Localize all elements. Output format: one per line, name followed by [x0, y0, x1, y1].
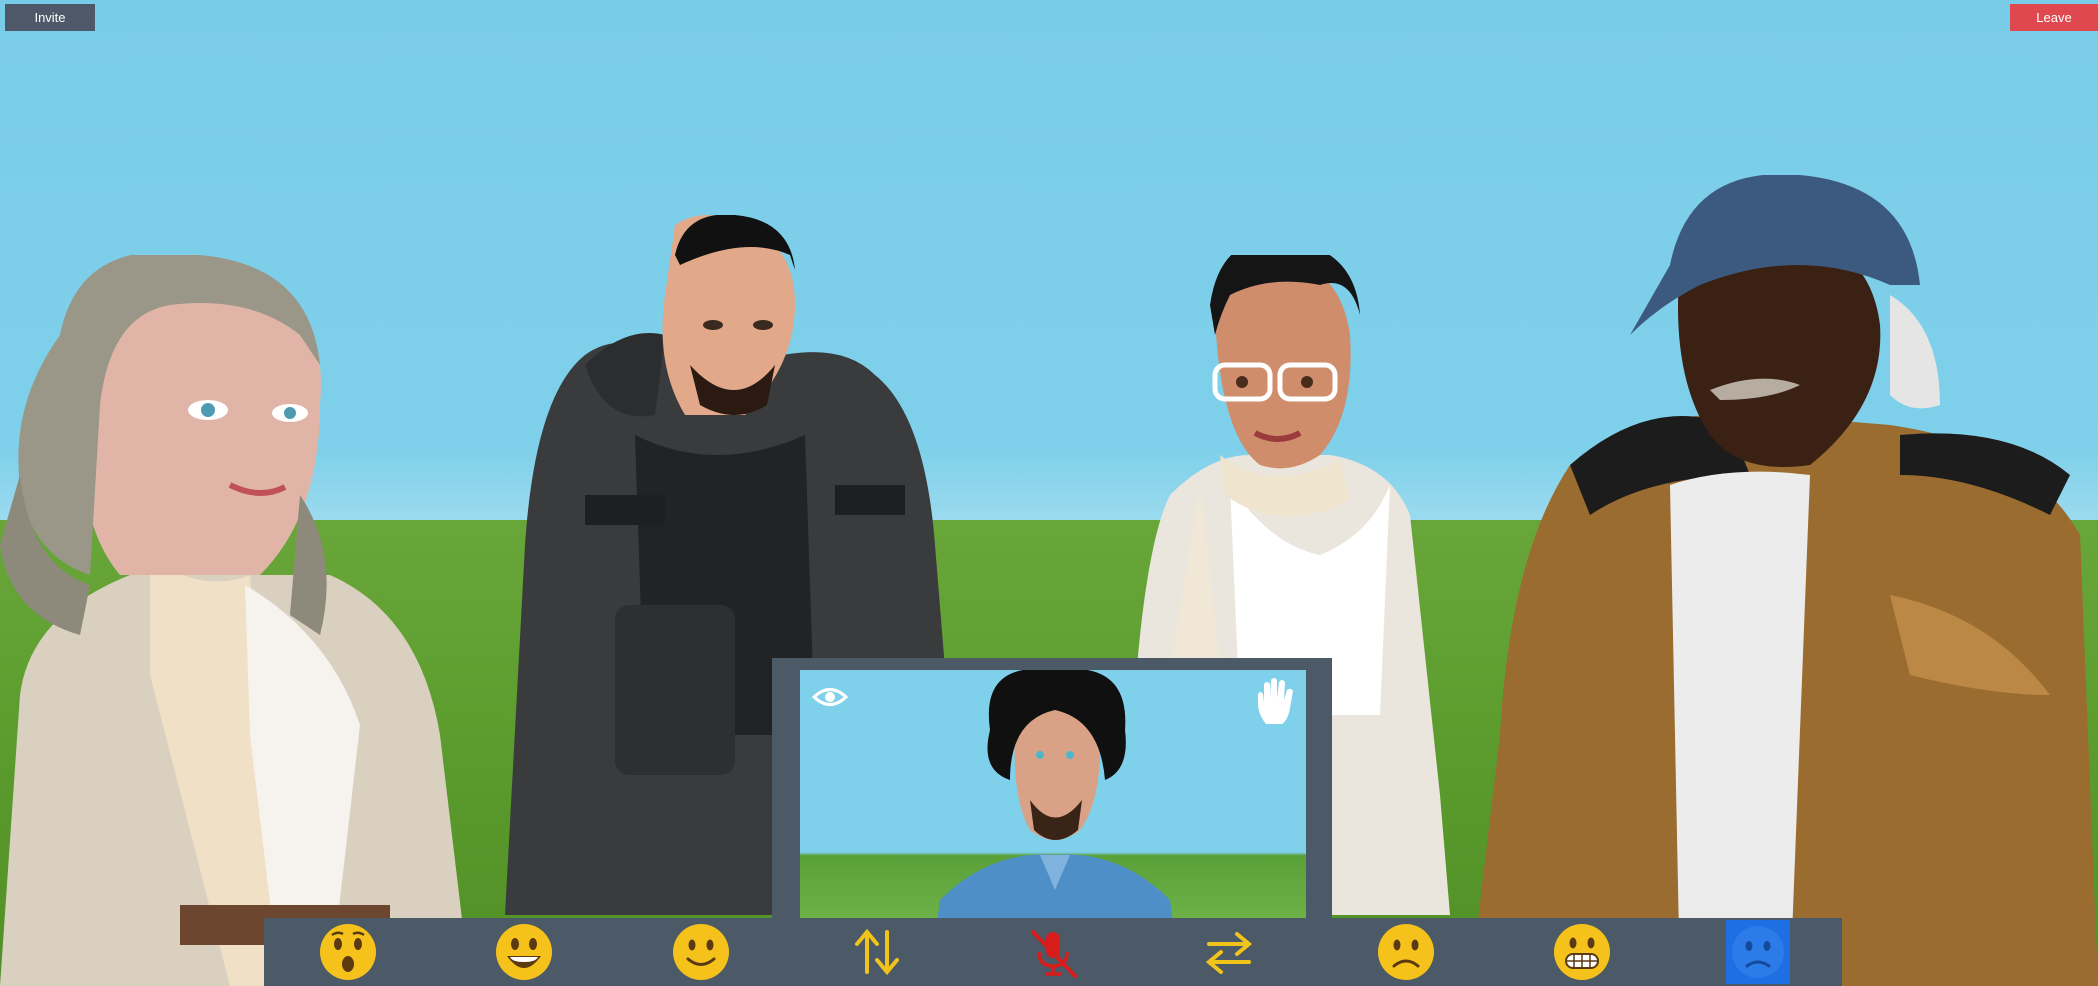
invite-button[interactable]: Invite: [5, 4, 95, 31]
surprised-emoji-button[interactable]: [316, 920, 380, 984]
swap-horizontal-button[interactable]: [1197, 920, 1261, 984]
swap-vertical-icon: [854, 928, 899, 976]
grimace-emoji-button[interactable]: [1550, 920, 1614, 984]
sad-emoji-icon: [1732, 926, 1784, 978]
grinning-emoji-button[interactable]: [492, 920, 556, 984]
microphone-muted-icon: [1031, 930, 1077, 978]
smile-emoji-button[interactable]: [669, 920, 733, 984]
grinning-emoji-icon: [496, 924, 553, 980]
sad-emoji-button[interactable]: [1726, 920, 1790, 984]
surprised-emoji-icon: [320, 924, 376, 980]
mute-microphone-button[interactable]: [1021, 920, 1085, 984]
swap-vertical-button[interactable]: [845, 920, 909, 984]
smile-emoji-icon: [672, 924, 729, 980]
leave-button[interactable]: Leave: [2010, 4, 2098, 31]
reaction-toolbar: [264, 918, 1842, 986]
avatar-man-cap-puffer: [1470, 175, 2098, 986]
swap-horizontal-icon: [1206, 932, 1253, 974]
eye-icon[interactable]: [811, 684, 849, 710]
grimace-emoji-icon: [1553, 924, 1610, 980]
frown-emoji-button[interactable]: [1374, 920, 1438, 984]
avatar-woman-grey-hair: [0, 255, 470, 986]
raise-hand-icon[interactable]: [1254, 676, 1300, 726]
meeting-scene: Invite Leave: [0, 0, 2098, 986]
frown-emoji-icon: [1377, 924, 1434, 980]
